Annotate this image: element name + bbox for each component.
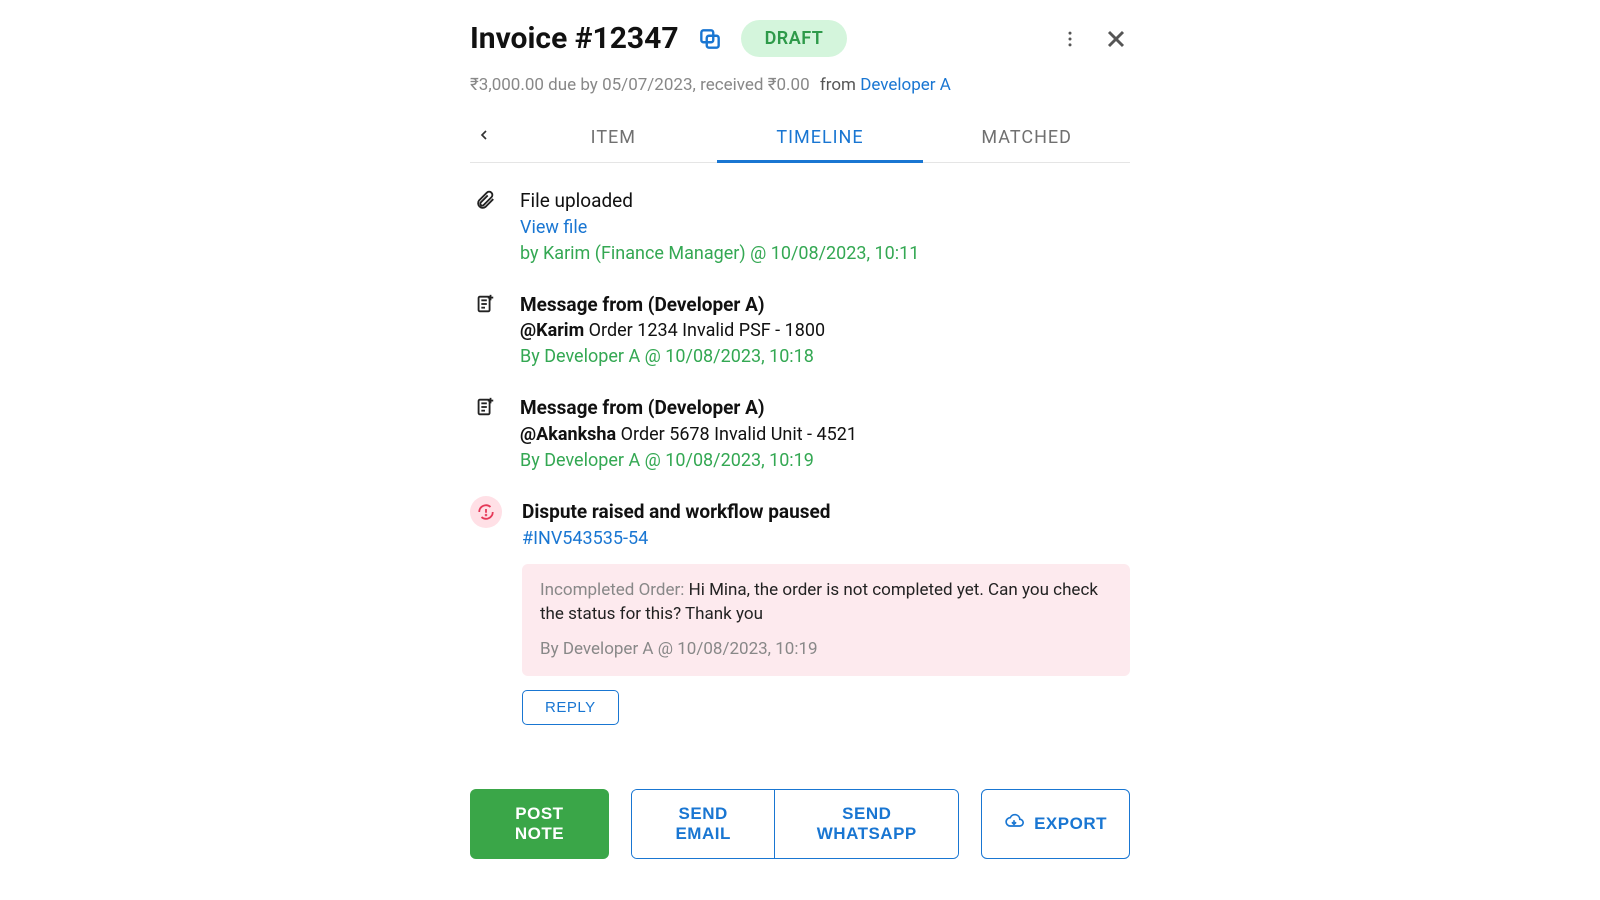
timeline-entry: File uploaded View file by Karim (Financ… [470,187,1130,267]
entry-message: @Karim Order 1234 Invalid PSF - 1800 [520,318,1130,344]
tab-matched[interactable]: MATCHED [923,113,1130,162]
message-rest: Order 1234 Invalid PSF - 1800 [584,320,825,341]
send-whatsapp-button[interactable]: SEND WHATSAPP [774,790,958,858]
dispute-message-box: Incompleted Order: Hi Mina, the order is… [522,564,1130,676]
send-button-group: SEND EMAIL SEND WHATSAPP [631,789,959,859]
more-icon[interactable] [1056,25,1084,53]
export-label: EXPORT [1034,814,1107,834]
dispute-box-label: Incompleted Order: [540,580,689,600]
invoice-subline: ₹3,000.00 due by 05/07/2023, received ₹0… [470,75,1130,95]
entry-title: Dispute raised and workflow paused [522,498,1130,526]
send-email-button[interactable]: SEND EMAIL [632,790,775,858]
entry-title: File uploaded [520,187,1130,215]
tab-item[interactable]: ITEM [510,113,717,162]
subline-from: from [820,75,856,95]
entry-meta: by Karim (Finance Manager) @ 10/08/2023,… [520,241,1130,267]
chevron-left-icon [476,127,492,148]
view-file-link[interactable]: View file [520,215,1130,241]
note-icon [470,394,500,474]
mention: @Karim [520,320,584,341]
reply-button[interactable]: REPLY [522,690,619,725]
tab-back-button[interactable] [470,115,510,160]
close-icon[interactable] [1102,25,1130,53]
note-icon [470,291,500,371]
paperclip-icon [470,187,500,267]
header-row: Invoice #12347 DRAFT [470,20,1130,57]
action-bar: POST NOTE SEND EMAIL SEND WHATSAPP EXPOR… [470,789,1130,859]
cloud-download-icon [1004,811,1024,836]
timeline-entry-dispute: Dispute raised and workflow paused #INV5… [470,498,1130,725]
alert-icon [470,496,502,528]
timeline-entry: Message from (Developer A) @Akanksha Ord… [470,394,1130,474]
invoice-detail-panel: Invoice #12347 DRAFT ₹3,000.00 due by 05… [440,0,1160,900]
entry-meta: By Developer A @ 10/08/2023, 10:19 [520,448,1130,474]
entry-message: @Akanksha Order 5678 Invalid Unit - 4521 [520,422,1130,448]
entry-title: Message from (Developer A) [520,291,1130,319]
mention: @Akanksha [520,424,616,445]
status-badge: DRAFT [741,20,848,57]
subline-amount: ₹3,000.00 due by 05/07/2023, received ₹0… [470,75,810,95]
message-rest: Order 5678 Invalid Unit - 4521 [616,424,857,445]
dispute-ref-link[interactable]: #INV543535-54 [522,526,1130,552]
entry-title: Message from (Developer A) [520,394,1130,422]
invoice-title: Invoice #12347 [470,21,679,56]
timeline-entry: Message from (Developer A) @Karim Order … [470,291,1130,371]
post-note-button[interactable]: POST NOTE [470,789,609,859]
copy-icon[interactable] [697,26,723,52]
subline-party-link[interactable]: Developer A [860,75,951,95]
dispute-box-meta: By Developer A @ 10/08/2023, 10:19 [540,637,1112,662]
export-button[interactable]: EXPORT [981,789,1130,859]
entry-meta: By Developer A @ 10/08/2023, 10:18 [520,344,1130,370]
tab-timeline[interactable]: TIMELINE [717,113,924,162]
timeline-list: File uploaded View file by Karim (Financ… [470,163,1130,759]
tabs: ITEM TIMELINE MATCHED [470,113,1130,163]
